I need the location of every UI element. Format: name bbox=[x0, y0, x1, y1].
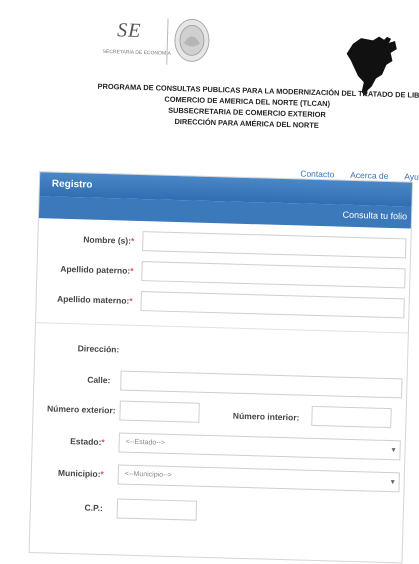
section-divider bbox=[35, 322, 408, 334]
estado-select[interactable]: <--Estado--> bbox=[118, 432, 401, 461]
logo-divider bbox=[166, 18, 169, 65]
calle-label: Calle: bbox=[87, 374, 111, 386]
numero-exterior-input[interactable] bbox=[119, 400, 200, 423]
se-logo-text: SE bbox=[116, 19, 142, 42]
apellido-paterno-row: Apellido paterno:* bbox=[37, 258, 410, 292]
direccion-heading: Dirección: bbox=[77, 343, 120, 355]
cp-label: C.P.: bbox=[84, 502, 103, 514]
consulta-folio-link[interactable]: Consulta tu folio bbox=[342, 210, 407, 222]
municipio-select[interactable]: <--Municipio--> bbox=[117, 464, 400, 493]
calle-input[interactable] bbox=[120, 370, 403, 399]
numero-interior-input[interactable] bbox=[311, 405, 392, 429]
registro-panel: Registro Consulta tu folio Nombre (s):* … bbox=[28, 171, 414, 564]
estado-label: Estado:* bbox=[70, 436, 105, 448]
mexico-seal-icon bbox=[174, 18, 210, 62]
cp-row: C.P.: bbox=[30, 496, 403, 530]
municipio-row: Municipio:* <--Municipio--> bbox=[31, 462, 404, 496]
apellido-materno-input[interactable] bbox=[140, 291, 405, 319]
apellido-materno-label: Apellido materno:* bbox=[56, 293, 133, 306]
se-logo-subtitle: SECRETARÍA DE ECONOMÍA bbox=[102, 48, 171, 57]
apellido-paterno-label: Apellido paterno:* bbox=[60, 263, 134, 276]
apellido-paterno-input[interactable] bbox=[141, 261, 406, 289]
nombre-input[interactable] bbox=[142, 231, 407, 259]
numeros-row: Número exterior: Número interior: bbox=[33, 398, 406, 432]
estado-row: Estado:* <--Estado--> bbox=[32, 430, 405, 464]
calle-row: Calle: bbox=[34, 368, 407, 402]
numero-interior-label: Número interior: bbox=[232, 410, 300, 423]
panel-title: Registro bbox=[51, 178, 93, 191]
apellido-materno-row: Apellido materno:* bbox=[36, 288, 409, 322]
nombre-row: Nombre (s):* bbox=[38, 228, 411, 262]
program-title: PROGRAMA DE CONSULTAS PUBLICAS PARA LA M… bbox=[97, 81, 419, 133]
cp-input[interactable] bbox=[116, 498, 198, 521]
municipio-label: Municipio:* bbox=[57, 467, 104, 480]
direccion-row: Dirección: bbox=[35, 338, 408, 372]
se-logo: SE SECRETARÍA DE ECONOMÍA bbox=[96, 11, 217, 68]
numero-exterior-label: Número exterior: bbox=[46, 403, 116, 416]
nombre-label: Nombre (s):* bbox=[83, 234, 135, 246]
